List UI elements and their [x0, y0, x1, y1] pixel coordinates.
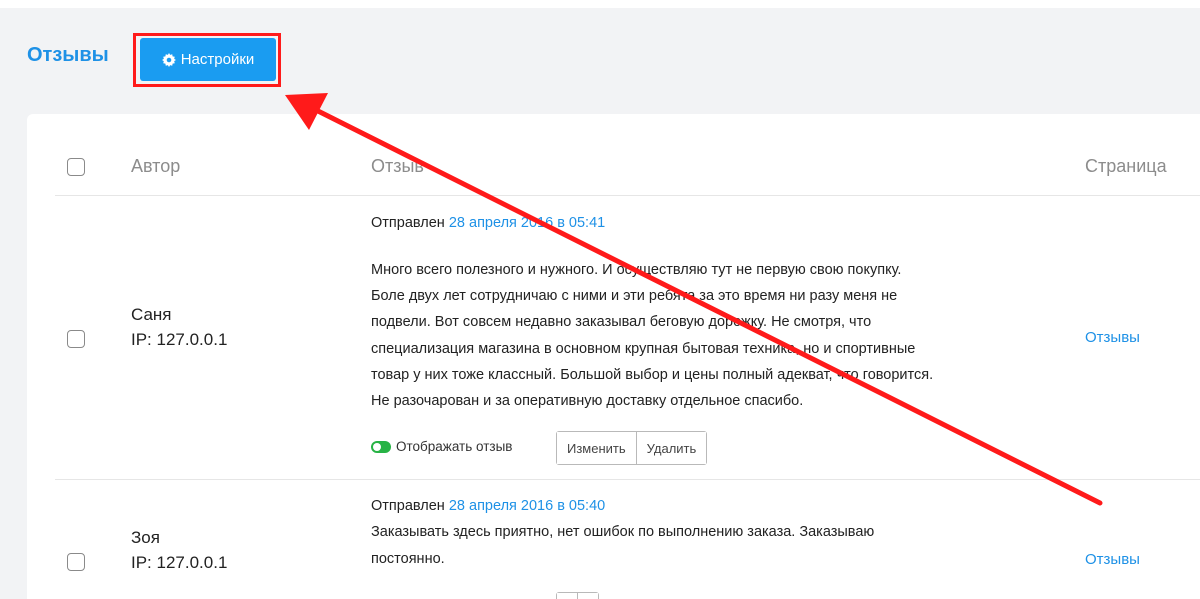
review-line: Не разочарован и за оперативную доставку…: [371, 393, 804, 410]
review-date-link[interactable]: 28 апреля 2016 в 05:40: [449, 498, 605, 514]
review-sent-line: Отправлен 28 апреля 2016 в 05:41: [371, 215, 605, 231]
row-divider: [55, 479, 1200, 480]
annotation-highlight-box: [133, 33, 281, 87]
review-line: Заказывать здесь приятно, нет ошибок по …: [371, 524, 875, 540]
review-line: постоянно.: [371, 551, 445, 567]
page-link[interactable]: Отзывы: [1085, 551, 1140, 568]
author-cell: Саня IP: 127.0.0.1: [131, 302, 227, 352]
delete-button[interactable]: Удалить: [635, 432, 707, 464]
author-ip: IP: 127.0.0.1: [131, 330, 228, 349]
review-sent-line: Отправлен 28 апреля 2016 в 05:40: [371, 498, 605, 514]
show-review-toggle[interactable]: Отображать отзыв: [371, 439, 512, 454]
top-bar: [0, 0, 1200, 8]
column-header-review: Отзыв: [371, 156, 424, 176]
author-name: Саня: [131, 305, 172, 324]
review-actions: [556, 592, 599, 599]
author-name: Зоя: [131, 528, 160, 547]
sent-label: Отправлен: [371, 498, 445, 514]
select-all-checkbox[interactable]: [67, 158, 85, 176]
column-header-page: Страница: [1085, 156, 1167, 176]
column-header-author: Автор: [131, 156, 181, 176]
review-line: специализация магазина в основном крупна…: [371, 340, 916, 357]
row-divider: [55, 195, 1200, 196]
row-checkbox[interactable]: [67, 330, 85, 348]
author-ip: IP: 127.0.0.1: [131, 553, 228, 572]
edit-button[interactable]: Изменить: [557, 432, 636, 464]
review-actions: Изменить Удалить: [556, 431, 708, 465]
edit-button[interactable]: [557, 593, 577, 599]
review-date-link[interactable]: 28 апреля 2016 в 05:41: [449, 215, 605, 231]
row-checkbox[interactable]: [67, 553, 85, 571]
delete-button[interactable]: [577, 593, 598, 599]
toggle-label: Отображать отзыв: [396, 439, 513, 454]
review-text: Заказывать здесь приятно, нет ошибок по …: [371, 519, 1061, 573]
review-line: товар у них тоже классный. Большой выбор…: [371, 366, 934, 383]
toggle-switch-icon: [371, 440, 391, 453]
review-line: Много всего полезного и нужного. И осуще…: [371, 262, 902, 278]
author-cell: Зоя IP: 127.0.0.1: [131, 525, 227, 575]
page-title: Отзывы: [27, 44, 109, 66]
sent-label: Отправлен: [371, 215, 445, 231]
review-text: Много всего полезного и нужного. И осуще…: [371, 257, 1061, 414]
review-line: подвели. Вот совсем недавно заказывал бе…: [371, 314, 872, 331]
page-link[interactable]: Отзывы: [1085, 329, 1140, 346]
review-line: Боле двух лет сотрудничаю с ними и эти р…: [371, 288, 898, 305]
